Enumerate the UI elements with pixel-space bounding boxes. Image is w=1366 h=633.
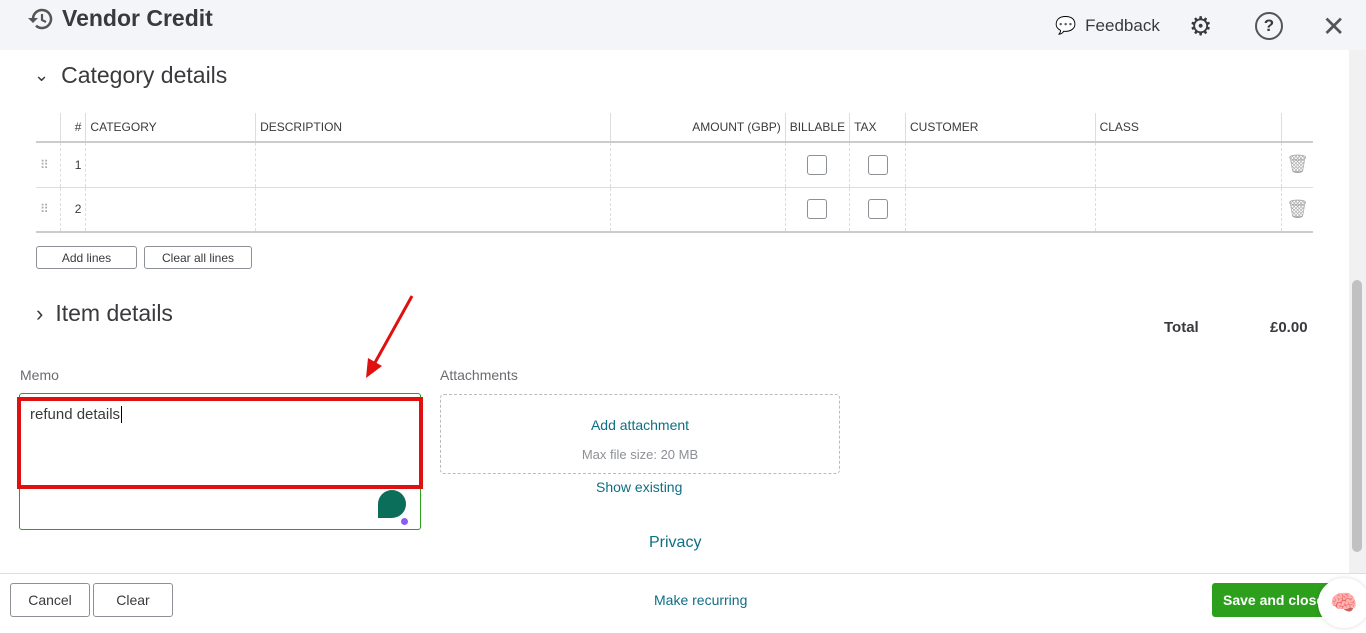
total-label: Total bbox=[1164, 319, 1199, 336]
drag-handle-icon[interactable]: ⠿ bbox=[36, 142, 61, 188]
col-header: CUSTOMER bbox=[904, 113, 1096, 143]
gear-icon[interactable]: ⚙ bbox=[1189, 11, 1212, 41]
total-value: £0.00 bbox=[1270, 319, 1308, 336]
annotation-arrow bbox=[366, 295, 414, 378]
scrollbar[interactable] bbox=[1349, 50, 1366, 573]
cancel-button[interactable]: Cancel bbox=[10, 583, 90, 617]
footer: Cancel Clear Make recurring Save and clo… bbox=[0, 573, 1366, 633]
col-header: # bbox=[60, 113, 86, 143]
tax-checkbox[interactable] bbox=[867, 199, 888, 220]
tax-checkbox[interactable] bbox=[867, 154, 888, 175]
col-header: CLASS bbox=[1094, 113, 1282, 143]
class-cell[interactable] bbox=[1094, 142, 1282, 188]
billable-checkbox[interactable] bbox=[807, 199, 828, 220]
privacy-link[interactable]: Privacy bbox=[649, 534, 701, 552]
class-cell[interactable] bbox=[1094, 187, 1282, 233]
category-cell[interactable] bbox=[85, 142, 256, 188]
category-details-toggle[interactable]: ⌄ Category details bbox=[34, 62, 227, 89]
drag-handle-icon[interactable]: ⠿ bbox=[36, 187, 61, 233]
chevron-right-icon: › bbox=[36, 300, 44, 326]
table-row[interactable]: ⠿ 1 🗑 bbox=[36, 142, 1313, 188]
feedback-button[interactable]: 💬 Feedback bbox=[1055, 12, 1160, 40]
scrollbar-thumb[interactable] bbox=[1352, 280, 1362, 552]
category-cell[interactable] bbox=[85, 187, 256, 233]
close-icon[interactable]: ✕ bbox=[1322, 11, 1345, 42]
section-title: Item details bbox=[55, 300, 173, 326]
trash-icon[interactable]: 🗑 bbox=[1281, 142, 1313, 188]
trash-icon[interactable]: 🗑 bbox=[1281, 187, 1313, 233]
col-header: TAX bbox=[849, 113, 906, 143]
save-and-close-button[interactable]: Save and close bbox=[1212, 583, 1332, 617]
customer-cell[interactable] bbox=[904, 142, 1096, 188]
annotation-highlight-box bbox=[17, 397, 423, 489]
show-existing-link[interactable]: Show existing bbox=[596, 479, 682, 495]
ai-assistant-brain-icon[interactable]: 🧠 bbox=[1318, 578, 1366, 628]
feedback-icon: 💬 bbox=[1055, 16, 1077, 35]
memo-label: Memo bbox=[20, 367, 59, 383]
attachments-label: Attachments bbox=[440, 367, 518, 383]
header: Vendor Credit 💬 Feedback ⚙ ? ✕ bbox=[0, 0, 1366, 50]
help-icon[interactable]: ? bbox=[1255, 12, 1283, 40]
history-icon[interactable] bbox=[26, 6, 56, 32]
section-title: Category details bbox=[61, 62, 228, 88]
amount-cell[interactable] bbox=[610, 187, 786, 233]
col-header: BILLABLE bbox=[784, 113, 850, 143]
col-header: DESCRIPTION bbox=[255, 113, 611, 143]
add-attachment-link[interactable]: Add attachment bbox=[441, 417, 839, 433]
clear-all-lines-button[interactable]: Clear all lines bbox=[144, 246, 252, 269]
page-title: Vendor Credit bbox=[62, 5, 213, 31]
table-row[interactable]: ⠿ 2 🗑 bbox=[36, 187, 1313, 233]
category-table: # CATEGORY DESCRIPTION AMOUNT (GBP) BILL… bbox=[36, 113, 1313, 233]
chat-assistant-icon[interactable] bbox=[378, 490, 406, 518]
feedback-label: Feedback bbox=[1085, 16, 1160, 35]
description-cell[interactable] bbox=[255, 187, 611, 233]
clear-button[interactable]: Clear bbox=[93, 583, 173, 617]
attachment-dropzone[interactable]: Add attachment Max file size: 20 MB bbox=[440, 394, 840, 474]
col-header: AMOUNT (GBP) bbox=[610, 113, 786, 143]
chevron-down-icon: ⌄ bbox=[34, 65, 50, 85]
customer-cell[interactable] bbox=[904, 187, 1096, 233]
col-header: CATEGORY bbox=[85, 113, 256, 143]
make-recurring-link[interactable]: Make recurring bbox=[654, 592, 747, 608]
description-cell[interactable] bbox=[255, 142, 611, 188]
add-lines-button[interactable]: Add lines bbox=[36, 246, 137, 269]
status-dot bbox=[401, 518, 408, 525]
amount-cell[interactable] bbox=[610, 142, 786, 188]
billable-checkbox[interactable] bbox=[807, 154, 828, 175]
item-details-toggle[interactable]: › Item details bbox=[36, 300, 173, 327]
max-file-size: Max file size: 20 MB bbox=[581, 447, 699, 462]
